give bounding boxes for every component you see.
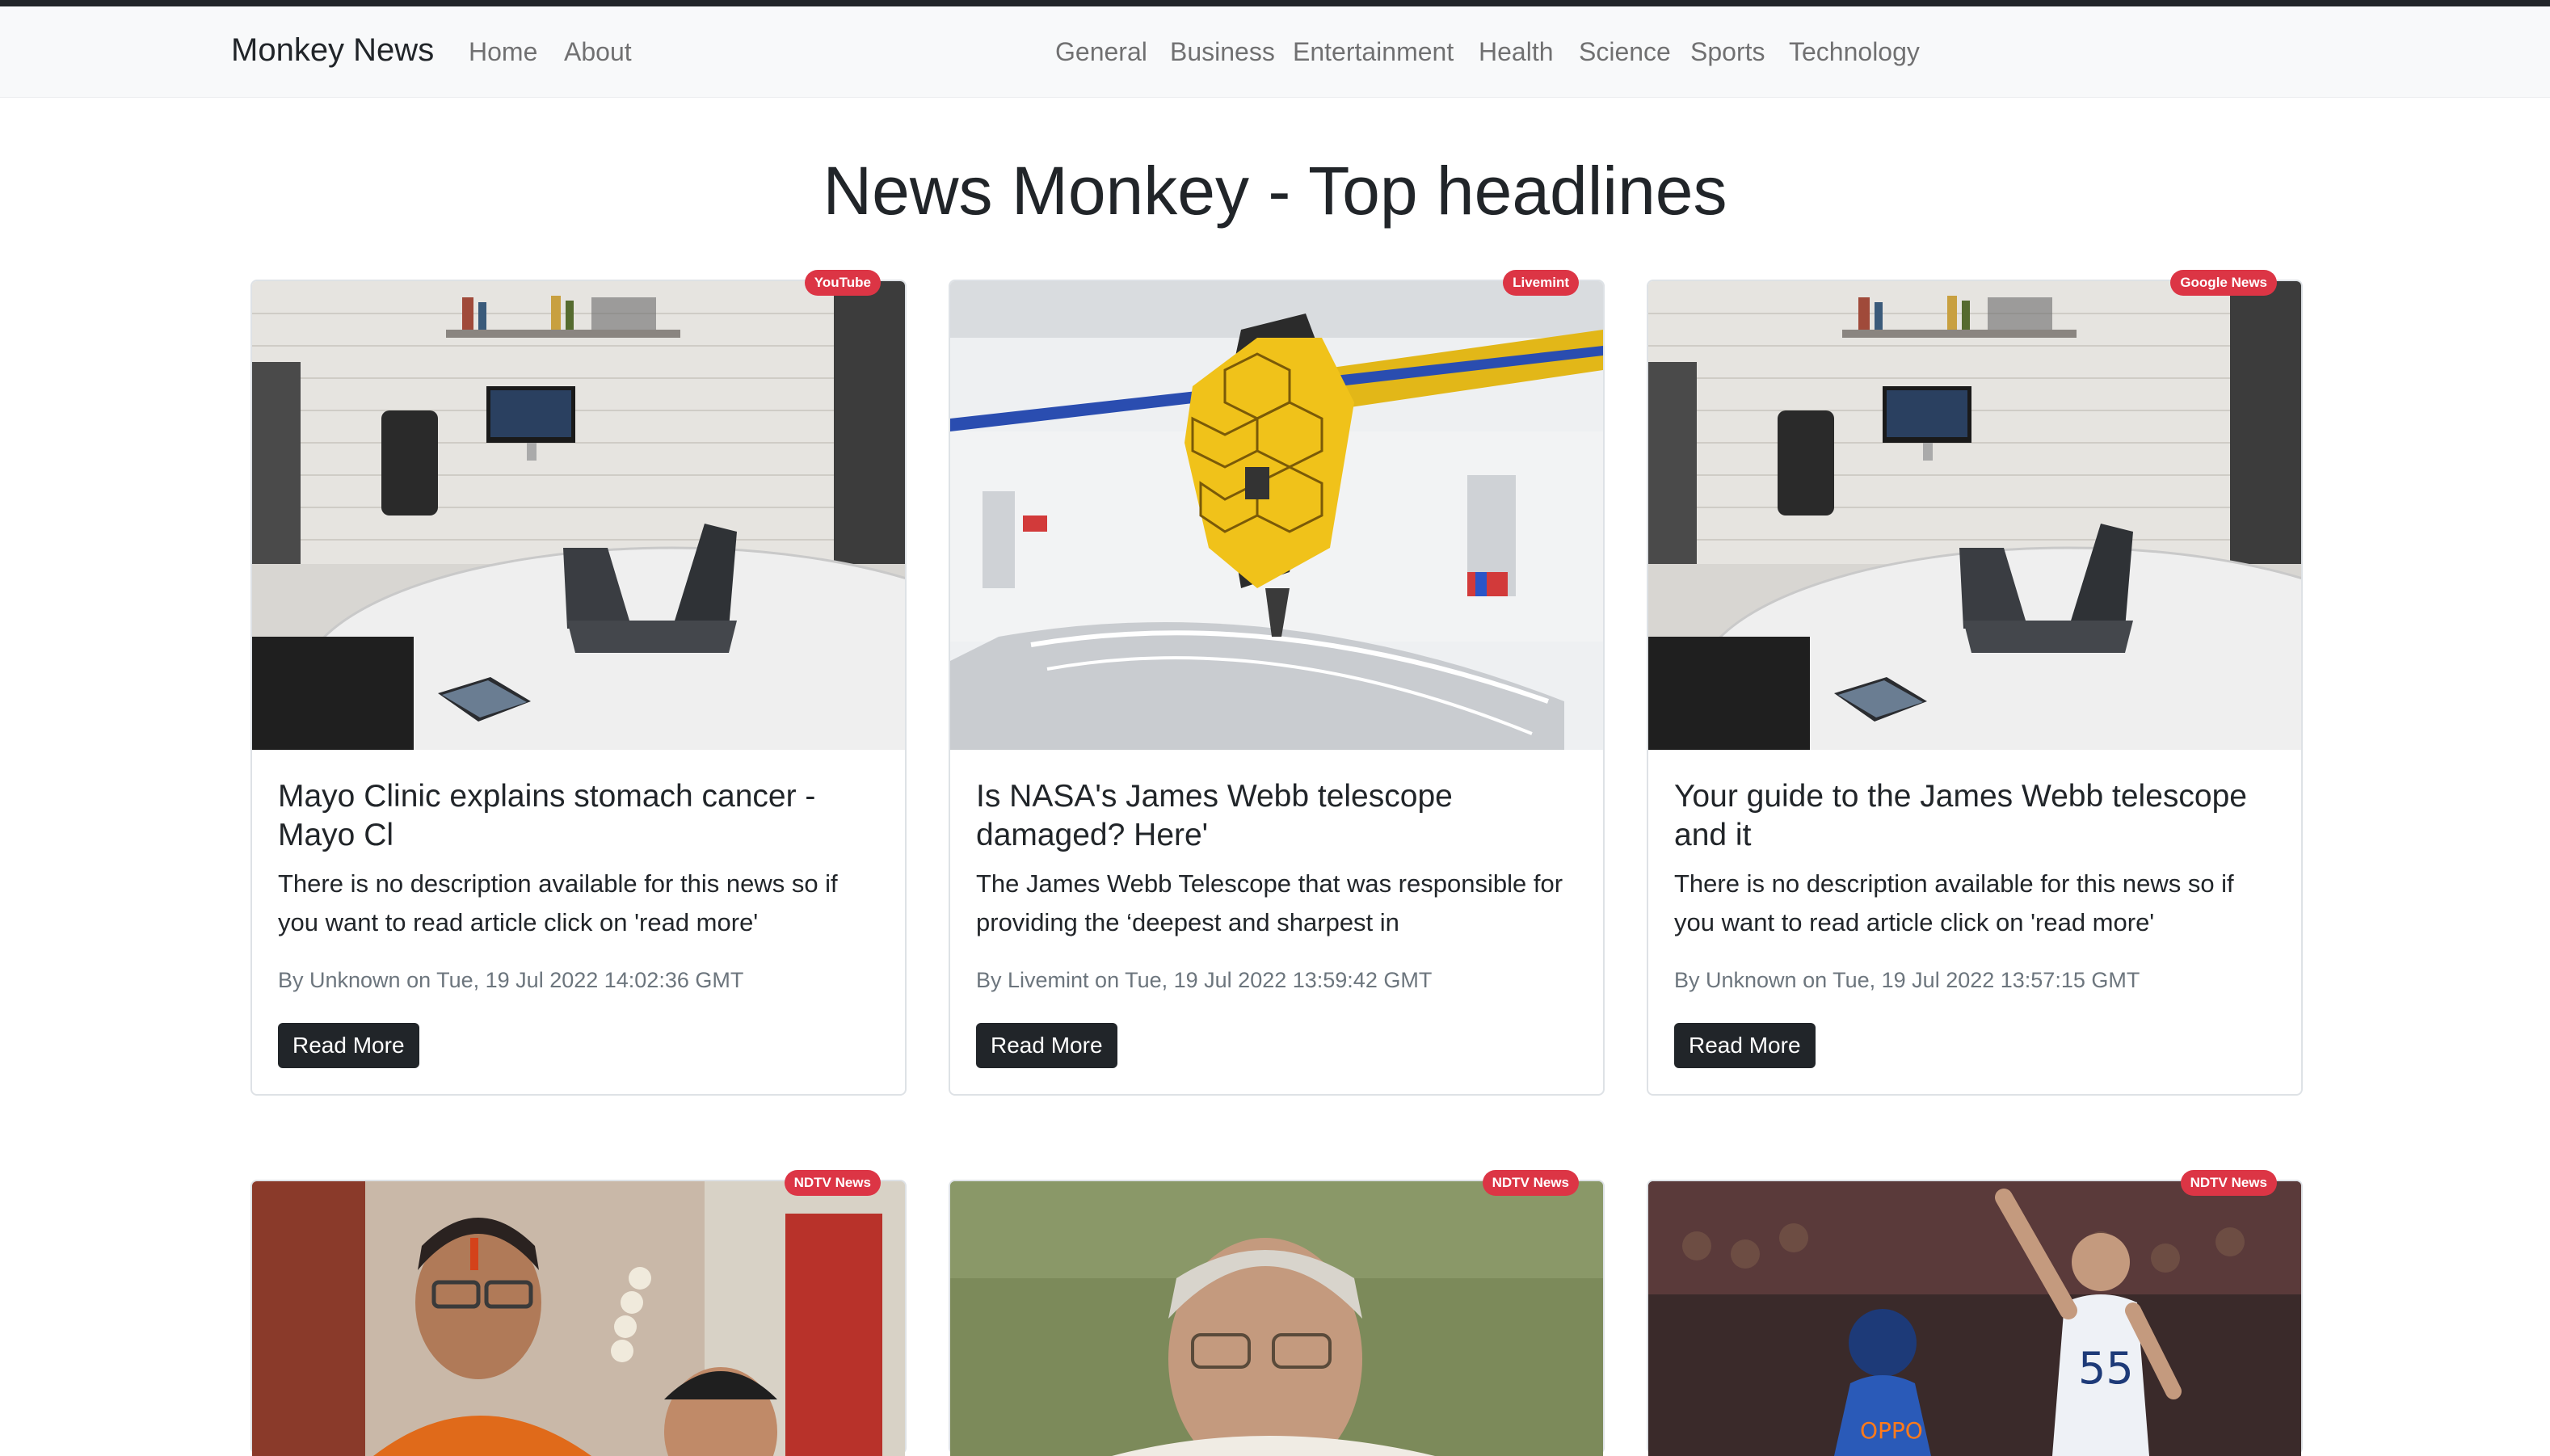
article-description: The James Webb Telescope that was respon… <box>976 869 1563 936</box>
read-more-button[interactable]: Read More <box>1674 1023 1816 1068</box>
navbar: Monkey News Home About General Business … <box>0 6 2550 98</box>
news-card: YouTube Mayo Clinic explains stomach can… <box>250 270 907 1096</box>
brand-logo[interactable]: Monkey News <box>231 32 434 69</box>
nav-link-general[interactable]: General <box>1055 37 1147 67</box>
router-on-desk-photo[interactable] <box>1648 281 2301 750</box>
source-badge: NDTV News <box>784 1170 881 1196</box>
article-title: Your guide to the James Webb telescope a… <box>1674 779 2247 852</box>
nav-link-technology[interactable]: Technology <box>1789 37 1920 67</box>
news-card: Google News Your guide to the James Webb… <box>1647 270 2303 1096</box>
article-meta: By Unknown on Tue, 19 Jul 2022 14:02:36 … <box>278 968 744 992</box>
news-card: NDTV News <box>949 1170 1605 1456</box>
page-title: News Monkey - Top headlines <box>823 153 1727 229</box>
article-title: Mayo Clinic explains stomach cancer - Ma… <box>278 779 816 852</box>
nav-link-entertainment[interactable]: Entertainment <box>1293 37 1454 67</box>
read-more-button[interactable]: Read More <box>976 1023 1117 1068</box>
source-badge: NDTV News <box>1482 1170 1579 1196</box>
webb-telescope-photo[interactable] <box>950 281 1603 750</box>
news-card: Livemint Is NASA's James Webb telescope … <box>949 270 1605 1096</box>
politician-photo[interactable] <box>252 1181 905 1456</box>
nav-link-about[interactable]: About <box>564 37 632 67</box>
nav-link-home[interactable]: Home <box>469 37 537 67</box>
router-on-desk-photo[interactable] <box>252 281 905 750</box>
read-more-button[interactable]: Read More <box>278 1023 419 1068</box>
news-card: NDTV News <box>250 1170 907 1456</box>
source-badge: YouTube <box>804 270 881 296</box>
source-badge: Livemint <box>1503 270 1579 296</box>
source-badge: NDTV News <box>2180 1170 2277 1196</box>
news-card: NDTV News OPPO 55 <box>1647 1170 2303 1456</box>
article-title: Is NASA's James Webb telescope damaged? … <box>976 779 1453 852</box>
source-badge: Google News <box>2170 270 2277 296</box>
nav-link-health[interactable]: Health <box>1479 37 1554 67</box>
article-description: There is no description available for th… <box>278 869 838 936</box>
minister-photo[interactable] <box>950 1181 1603 1456</box>
nav-link-business[interactable]: Business <box>1170 37 1275 67</box>
svg-text:OPPO: OPPO <box>1860 1417 1923 1444</box>
article-meta: By Livemint on Tue, 19 Jul 2022 13:59:42… <box>976 968 1433 992</box>
cricket-photo[interactable]: OPPO 55 <box>1648 1181 2301 1456</box>
nav-link-science[interactable]: Science <box>1579 37 1671 67</box>
article-description: There is no description available for th… <box>1674 869 2234 936</box>
article-meta: By Unknown on Tue, 19 Jul 2022 13:57:15 … <box>1674 968 2140 992</box>
nav-link-sports[interactable]: Sports <box>1690 37 1765 67</box>
svg-text:55: 55 <box>2078 1343 2134 1394</box>
top-border <box>0 0 2550 6</box>
